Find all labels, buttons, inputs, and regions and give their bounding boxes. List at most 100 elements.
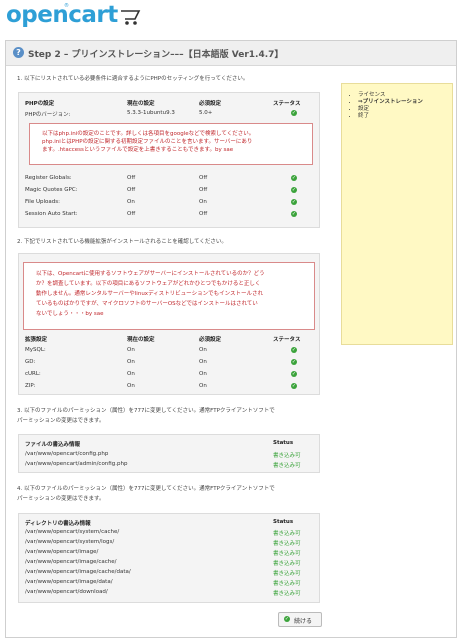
- sidebar-item-preinstall: ⇒プリインストレーション: [358, 99, 452, 106]
- status-cell: 書き込み可: [273, 591, 301, 597]
- section1-text: 1. 以下にリストされている必要条件に適合するようにPHPのセッティングを行って…: [17, 76, 249, 82]
- cell: Off: [127, 175, 136, 181]
- cell: 5.0+: [199, 110, 213, 116]
- header-cell: 現在の設定: [127, 337, 155, 343]
- check-icon: ✓: [291, 110, 297, 116]
- error-line: 以下は、Opencartに使用するソフトウェアがサーバーにインストールされている…: [36, 271, 265, 277]
- cell: GD:: [25, 359, 36, 365]
- cell: Off: [199, 175, 208, 181]
- table-row: GD: On On ✓: [25, 359, 315, 368]
- status-cell: 書き込み可: [273, 581, 301, 587]
- header-cell: Status: [273, 519, 294, 525]
- table-row: PHPのバージョン: 5.3.3-1ubuntu9.3 5.0+ ✓: [25, 110, 315, 119]
- check-icon: ✓: [291, 347, 297, 353]
- cell: On: [127, 199, 135, 205]
- check-icon: ✓: [291, 383, 297, 389]
- table-row: Magic Quotes GPC: Off Off ✓: [25, 187, 315, 196]
- check-icon: ✓: [291, 187, 297, 193]
- section3-text: 3. 以下のファイルのパーミッション（属性）を777に変更してください。通常FT…: [17, 408, 275, 414]
- cell: On: [127, 347, 135, 353]
- cell: On: [127, 371, 135, 377]
- cell: /var/www/opencart/image/: [25, 549, 99, 555]
- cell: 5.3.3-1ubuntu9.3: [127, 110, 175, 116]
- error-line: か？を調査しています。以下の項目にあるソフトウェアがどれかひとつでもかけると正し…: [36, 281, 261, 287]
- cell: PHPのバージョン:: [25, 112, 71, 118]
- cart-icon: [121, 10, 141, 25]
- continue-button-label: 続ける: [294, 618, 313, 625]
- header-cell: ステータス: [273, 337, 301, 343]
- check-icon: ✓: [291, 199, 297, 205]
- error-line: ないでしょう・・・by sae: [36, 311, 104, 317]
- panel-header: ? Step 2 – プリインストレーション–––【日本語版 Ver1.4.7】: [6, 41, 456, 66]
- cell: /var/www/opencart/config.php: [25, 451, 109, 457]
- table-row: Session Auto Start: Off Off ✓: [25, 211, 315, 220]
- status-cell: 書き込み可: [273, 561, 301, 567]
- check-icon: ✓: [291, 175, 297, 181]
- error-line: 動作しません。通常レンタルサーバーやlinuxディストリビューションでもインスト…: [36, 291, 263, 297]
- continue-button[interactable]: ✓ 続ける: [278, 612, 322, 627]
- header-cell: Status: [273, 440, 294, 446]
- cell: /var/www/opencart/system/cache/: [25, 529, 120, 535]
- cell: ZIP:: [25, 383, 36, 389]
- sidebar-item-finish: 終了: [358, 113, 452, 120]
- sidebar-item-config: 設定: [358, 106, 452, 113]
- header-cell: ファイルの書込み情報: [25, 442, 81, 448]
- check-icon: ✓: [284, 616, 290, 622]
- table-header: 拡張設定 現在の設定 必須設定 ステータス: [25, 335, 315, 344]
- status-cell: 書き込み可: [273, 463, 301, 469]
- header-cell: 必須設定: [199, 337, 222, 343]
- table-row: /var/www/opencart/image/cache/ 書き込み可: [25, 559, 315, 568]
- php-settings-box: PHPの設定 現在の設定 必須設定 ステータス PHPのバージョン: 5.3.3…: [18, 92, 320, 228]
- cell: On: [199, 371, 207, 377]
- status-cell: 書き込み可: [273, 551, 301, 557]
- table-header: ディレクトリの書込み情報 Status: [25, 519, 315, 528]
- error-line: php.iniとはPHPの設定に関する初期設定ファイルのことを言います。サーバー…: [42, 139, 253, 145]
- cell: Off: [127, 187, 136, 193]
- cell: On: [199, 359, 207, 365]
- header-cell: 現在の設定: [127, 101, 155, 107]
- table-row: File Uploads: On On ✓: [25, 199, 315, 208]
- table-row: /var/www/opencart/download/ 書き込み可: [25, 589, 315, 598]
- table-row: cURL: On On ✓: [25, 371, 315, 380]
- check-icon: ✓: [291, 359, 297, 365]
- section4-text: 4. 以下のファイルのパーミッション（属性）を777に変更してください。通常FT…: [17, 486, 275, 492]
- cell: cURL:: [25, 371, 41, 377]
- cell: /var/www/opencart/image/cache/: [25, 559, 117, 565]
- table-header: ファイルの書込み情報 Status: [25, 440, 315, 449]
- logo-registered-mark: ®: [64, 3, 69, 9]
- section4-text-2: パーミッションの変更はできます。: [17, 496, 105, 502]
- extensions-box: 以下は、Opencartに使用するソフトウェアがサーバーにインストールされている…: [18, 253, 320, 395]
- cell: Off: [127, 211, 136, 217]
- table-row: MySQL: On On ✓: [25, 347, 315, 356]
- table-header: PHPの設定 現在の設定 必須設定 ステータス: [25, 99, 315, 108]
- table-row: Register Globals: Off Off ✓: [25, 175, 315, 184]
- header-cell: 拡張設定: [25, 337, 48, 343]
- cell: Register Globals:: [25, 175, 72, 181]
- install-panel: ? Step 2 – プリインストレーション–––【日本語版 Ver1.4.7】…: [5, 40, 457, 638]
- check-icon: ✓: [291, 211, 297, 217]
- section3-text-2: パーミッションの変更はできます。: [17, 418, 105, 424]
- cell: /var/www/opencart/image/data/: [25, 579, 113, 585]
- section2-text: 2. 下記でリストされている機能拡張がインストールされることを確認してください。: [17, 239, 227, 245]
- cell: /var/www/opencart/image/cache/data/: [25, 569, 131, 575]
- cell: Magic Quotes GPC:: [25, 187, 78, 193]
- extensions-error: 以下は、Opencartに使用するソフトウェアがサーバーにインストールされている…: [23, 262, 315, 330]
- cell: MySQL:: [25, 347, 46, 353]
- status-cell: 書き込み可: [273, 541, 301, 547]
- php-ini-error: 以下はphp.iniの設定のことです。詳しくは各項目をgoogleなどで検索して…: [29, 123, 313, 165]
- help-icon: ?: [13, 47, 24, 58]
- header-cell: PHPの設定: [25, 101, 55, 107]
- status-cell: 書き込み可: [273, 571, 301, 577]
- table-row: /var/www/opencart/config.php 書き込み可: [25, 451, 315, 460]
- table-row: /var/www/opencart/image/ 書き込み可: [25, 549, 315, 558]
- cell: Off: [199, 187, 208, 193]
- cell: On: [127, 383, 135, 389]
- cell: On: [199, 199, 207, 205]
- table-row: /var/www/opencart/system/logs/ 書き込み可: [25, 539, 315, 548]
- logo-text: opencart: [6, 2, 118, 28]
- header-cell: 必須設定: [199, 101, 222, 107]
- table-row: ZIP: On On ✓: [25, 383, 315, 392]
- files-box: ファイルの書込み情報 Status /var/www/opencart/conf…: [18, 434, 320, 473]
- cell: On: [199, 347, 207, 353]
- table-row: /var/www/opencart/image/cache/data/ 書き込み…: [25, 569, 315, 578]
